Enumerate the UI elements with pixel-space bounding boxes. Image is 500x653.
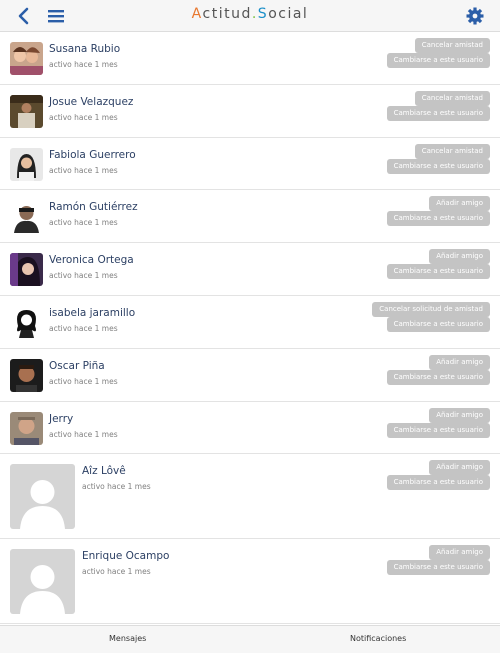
switch-user-button[interactable]: Cambiarse a este usuario — [386, 369, 490, 385]
switch-user-button[interactable]: Cambiarse a este usuario — [386, 560, 490, 576]
user-status: activo hace 1 mes — [49, 271, 118, 281]
cancel-friendship-button[interactable]: Cancelar amistad — [414, 143, 490, 159]
user-avatar[interactable] — [10, 147, 43, 181]
user-avatar[interactable] — [10, 305, 43, 339]
user-status: activo hace 1 mes — [82, 482, 151, 492]
add-friend-button[interactable]: Añadir amigo — [429, 545, 490, 561]
logo-letter-s: S — [257, 6, 269, 22]
switch-user-button[interactable]: Cambiarse a este usuario — [386, 422, 490, 438]
user-status: activo hace 1 mes — [49, 429, 118, 439]
logo-letter-a: A — [191, 6, 203, 22]
cancel-friendship-button[interactable]: Cancelar amistad — [414, 38, 490, 53]
add-friend-button[interactable]: Añadir amigo — [429, 460, 490, 476]
user-status: activo hace 1 mes — [49, 376, 118, 386]
user-row: Jerry activo hace 1 mes Añadir amigo Cam… — [0, 401, 500, 455]
user-name[interactable]: Ramón Gutiérrez — [49, 201, 138, 213]
logo-text-2: ocial — [268, 6, 309, 22]
user-row: Susana Rubio activo hace 1 mes Cancelar … — [0, 32, 500, 85]
add-friend-button[interactable]: Añadir amigo — [429, 407, 490, 423]
add-friend-button[interactable]: Añadir amigo — [429, 196, 490, 212]
cancel-friend-request-button[interactable]: Cancelar solicitud de amistad — [372, 301, 490, 317]
user-row: Aîz Lôvê activo hace 1 mes Añadir amigo … — [0, 454, 500, 540]
add-friend-button[interactable]: Añadir amigo — [429, 354, 490, 370]
user-row: Josue Velazquez activo hace 1 mes Cancel… — [0, 84, 500, 138]
user-avatar[interactable] — [10, 358, 43, 392]
user-avatar[interactable] — [10, 253, 43, 287]
user-row: Veronica Ortega activo hace 1 mes Añadir… — [0, 243, 500, 296]
user-name[interactable]: Oscar Piña — [49, 360, 105, 372]
user-name[interactable]: Susana Rubio — [49, 43, 120, 55]
switch-user-button[interactable]: Cambiarse a este usuario — [386, 316, 490, 332]
user-status: activo hace 1 mes — [49, 218, 118, 228]
switch-user-button[interactable]: Cambiarse a este usuario — [386, 158, 490, 174]
user-name[interactable]: Fabiola Guerrero — [49, 149, 136, 161]
user-status: activo hace 1 mes — [49, 60, 118, 69]
user-row: Enrique Ocampo activo hace 1 mes Añadir … — [0, 539, 500, 625]
default-avatar-icon[interactable] — [10, 549, 75, 615]
user-avatar[interactable] — [10, 42, 43, 75]
user-name[interactable]: Jerry — [49, 413, 73, 425]
app-window: Actitud.Social Susana Rubio activo hace … — [0, 0, 500, 653]
user-row: Fabiola Guerrero activo hace 1 mes Cance… — [0, 137, 500, 191]
user-name[interactable]: Veronica Ortega — [49, 254, 134, 266]
switch-user-button[interactable]: Cambiarse a este usuario — [386, 475, 490, 491]
switch-user-button[interactable]: Cambiarse a este usuario — [386, 264, 490, 280]
user-name[interactable]: Josue Velazquez — [49, 96, 133, 108]
app-logo[interactable]: Actitud.Social — [0, 6, 500, 22]
user-avatar[interactable] — [10, 411, 43, 445]
gear-icon[interactable] — [464, 5, 486, 27]
user-avatar[interactable] — [10, 94, 43, 128]
user-row: isabela jaramillo activo hace 1 mes Canc… — [0, 295, 500, 349]
user-avatar[interactable] — [10, 200, 43, 234]
default-avatar-icon[interactable] — [10, 464, 75, 530]
switch-user-button[interactable]: Cambiarse a este usuario — [386, 53, 490, 68]
user-name[interactable]: Aîz Lôvê — [82, 465, 126, 477]
user-status: activo hace 1 mes — [82, 567, 151, 577]
top-bar: Actitud.Social — [0, 0, 500, 32]
switch-user-button[interactable]: Cambiarse a este usuario — [386, 211, 490, 227]
user-name[interactable]: Enrique Ocampo — [82, 550, 169, 562]
user-name[interactable]: isabela jaramillo — [49, 307, 135, 319]
user-status: activo hace 1 mes — [49, 165, 118, 175]
logo-text-1: ctitud — [202, 6, 252, 22]
user-status: activo hace 1 mes — [49, 112, 118, 122]
user-row: Oscar Piña activo hace 1 mes Añadir amig… — [0, 348, 500, 402]
tab-notifications[interactable]: Notificaciones — [350, 634, 406, 643]
cancel-friendship-button[interactable]: Cancelar amistad — [414, 90, 490, 106]
switch-user-button[interactable]: Cambiarse a este usuario — [386, 105, 490, 121]
add-friend-button[interactable]: Añadir amigo — [429, 249, 490, 265]
user-status: activo hace 1 mes — [49, 323, 118, 333]
user-list: Susana Rubio activo hace 1 mes Cancelar … — [0, 32, 500, 625]
bottom-tab-bar: Mensajes Notificaciones — [0, 625, 500, 653]
tab-messages[interactable]: Mensajes — [109, 634, 146, 643]
user-row: Ramón Gutiérrez activo hace 1 mes Añadir… — [0, 190, 500, 244]
